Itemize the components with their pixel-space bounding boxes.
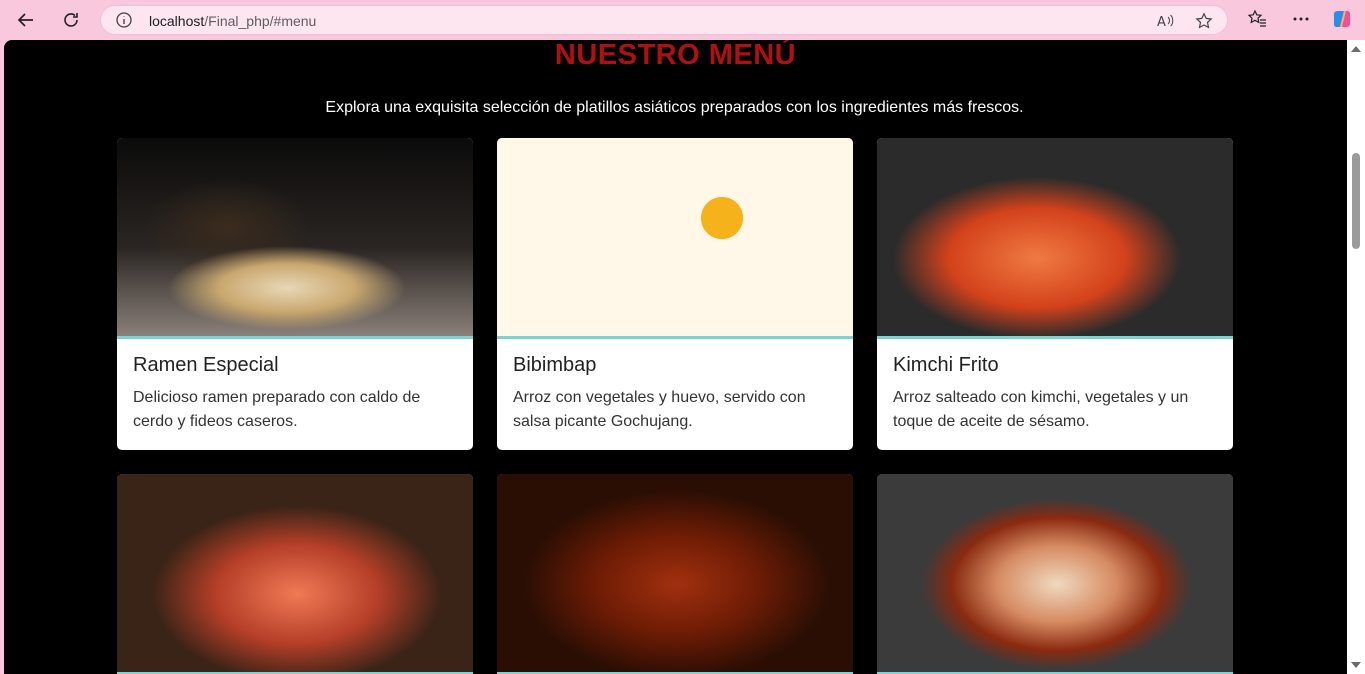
url-text[interactable]: localhost/Final_php/#menu	[149, 13, 316, 29]
favorites-list-icon	[1247, 9, 1266, 27]
menu-card-dumplings[interactable]	[877, 474, 1233, 674]
scroll-up-arrow-icon[interactable]	[1351, 46, 1361, 52]
menu-card-chicken[interactable]	[497, 474, 853, 674]
menu-item-description: Arroz con vegetales y huevo, servido con…	[513, 389, 806, 430]
menu-card-ramen[interactable]: Ramen Especial Delicioso ramen preparado…	[117, 138, 473, 450]
sushi-photo	[117, 474, 473, 674]
url-path: /Final_php/#menu	[204, 13, 317, 29]
menu-card-sushi[interactable]	[117, 474, 473, 674]
favorites-button[interactable]	[1246, 8, 1268, 30]
read-aloud-icon[interactable]: A	[1156, 12, 1174, 30]
favorite-star-icon[interactable]	[1195, 12, 1213, 30]
more-menu-button[interactable]	[1290, 8, 1312, 30]
kimchi-photo	[877, 138, 1233, 339]
page-viewport: NUESTRO MENÚ Explora una exquisita selec…	[4, 40, 1347, 674]
vertical-scrollbar[interactable]	[1347, 40, 1365, 674]
glazed-chicken-photo	[497, 474, 853, 674]
menu-title: NUESTRO MENÚ	[554, 40, 797, 71]
scroll-down-arrow-icon[interactable]	[1351, 662, 1361, 668]
copilot-icon	[1334, 11, 1350, 27]
menu-item-description: Delicioso ramen preparado con caldo de c…	[133, 389, 421, 430]
ramen-photo	[117, 138, 473, 339]
menu-item-name: Bibimbap	[513, 354, 597, 376]
back-button[interactable]	[12, 6, 40, 34]
ellipsis-icon	[1293, 17, 1309, 21]
info-icon[interactable]	[115, 11, 133, 29]
scrollbar-thumb[interactable]	[1352, 153, 1360, 249]
browser-toolbar: localhost/Final_php/#menu A	[0, 0, 1365, 40]
menu-item-description: Arroz salteado con kimchi, vegetales y u…	[893, 389, 1189, 430]
menu-card-bibimbap[interactable]: Bibimbap Arroz con vegetales y huevo, se…	[497, 138, 853, 450]
arrow-left-icon	[17, 13, 33, 27]
refresh-button[interactable]	[57, 6, 85, 34]
copilot-button[interactable]	[1331, 8, 1353, 30]
address-bar[interactable]: localhost/Final_php/#menu A	[100, 5, 1228, 35]
refresh-icon	[64, 13, 78, 27]
dumplings-photo	[877, 474, 1233, 674]
svg-text:A: A	[1157, 15, 1166, 30]
menu-item-name: Kimchi Frito	[893, 354, 999, 376]
menu-item-name: Ramen Especial	[133, 354, 279, 376]
bibimbap-photo	[497, 138, 853, 339]
url-host: localhost	[149, 13, 205, 29]
menu-subtitle: Explora una exquisita selección de plati…	[325, 99, 1024, 116]
menu-card-kimchi[interactable]: Kimchi Frito Arroz salteado con kimchi, …	[877, 138, 1233, 450]
